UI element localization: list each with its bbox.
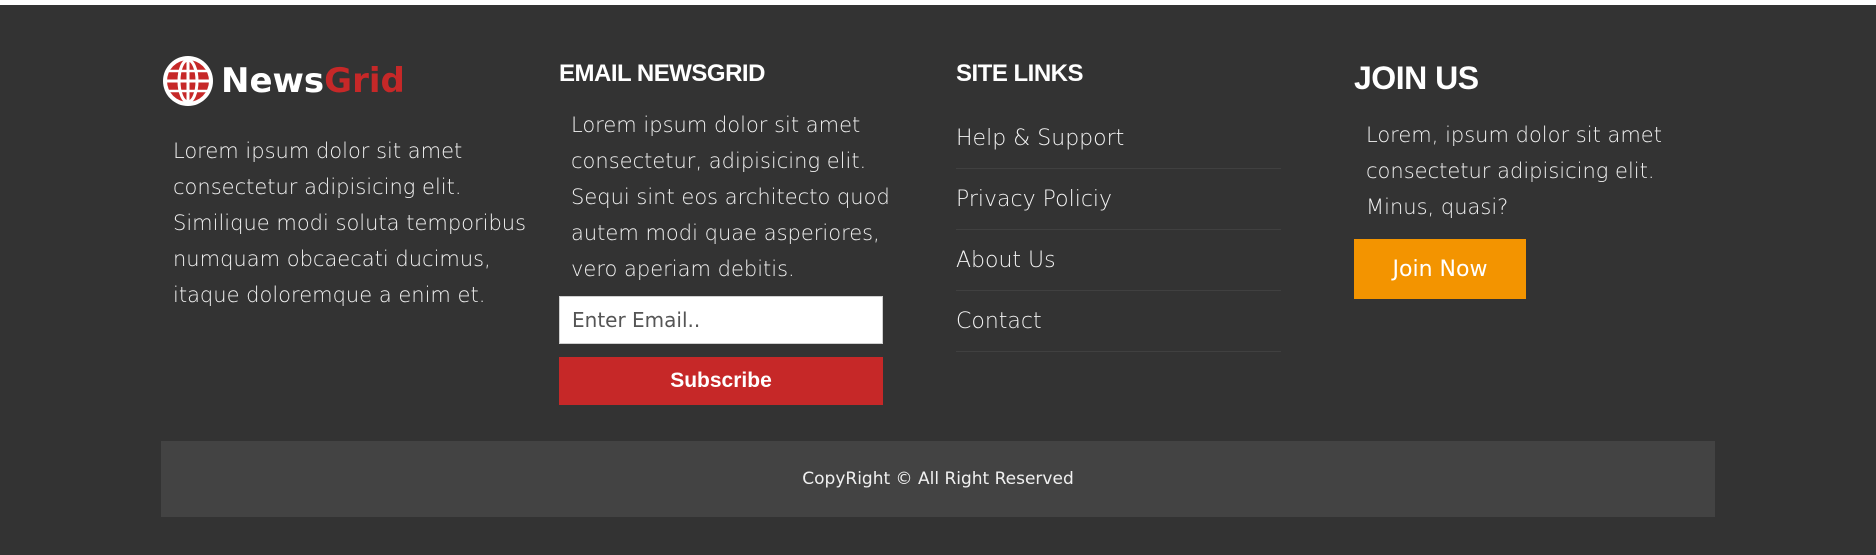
email-heading: EMAIL NEWSGRID (559, 60, 765, 87)
logo-text: NewsGrid (221, 64, 405, 98)
link-privacy-policy[interactable]: Privacy Policiy (956, 187, 1112, 212)
link-help-support[interactable]: Help & Support (956, 126, 1124, 151)
site-footer: NewsGrid Lorem ipsum dolor sit amet cons… (0, 5, 1876, 555)
join-heading: JOIN US (1354, 60, 1479, 96)
list-item: Help & Support (956, 109, 1281, 169)
email-description: Lorem ipsum dolor sit amet consectetur, … (571, 113, 890, 281)
logo-text-grid: Grid (324, 61, 405, 101)
brand-description: Lorem ipsum dolor sit amet consectetur a… (173, 139, 527, 307)
join-description: Lorem, ipsum dolor sit amet consectetur … (1366, 123, 1662, 219)
link-about-us[interactable]: About Us (956, 248, 1056, 273)
link-contact[interactable]: Contact (956, 309, 1042, 334)
join-now-button[interactable]: Join Now (1354, 239, 1526, 299)
list-item: About Us (956, 231, 1281, 291)
site-links-heading: SITE LINKS (956, 60, 1084, 87)
globe-icon (161, 54, 215, 108)
logo-text-news: News (221, 61, 325, 101)
list-item: Contact (956, 292, 1281, 352)
email-field[interactable] (559, 296, 883, 344)
copyright-bar: CopyRight © All Right Reserved (161, 441, 1715, 517)
list-item: Privacy Policiy (956, 170, 1281, 230)
logo[interactable]: NewsGrid (161, 53, 405, 109)
subscribe-button[interactable]: Subscribe (559, 357, 883, 405)
site-links-list: Help & Support Privacy Policiy About Us … (956, 109, 1281, 353)
copyright-text: CopyRight © All Right Reserved (802, 469, 1074, 489)
